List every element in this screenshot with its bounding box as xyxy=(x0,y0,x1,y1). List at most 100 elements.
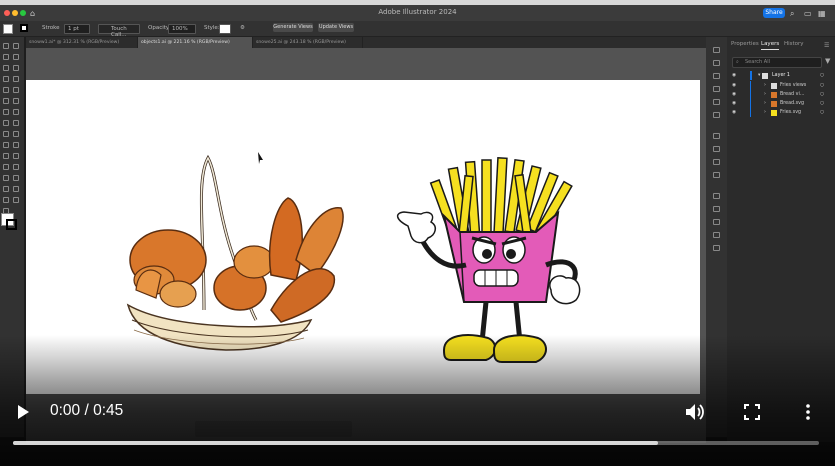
lasso-tool-icon[interactable] xyxy=(13,54,19,60)
shaper-tool-icon[interactable] xyxy=(13,98,19,104)
document-tab-bar: snoww1.ai* @ 312.31 % (RGB/Preview) obje… xyxy=(26,37,706,48)
layer-row-2[interactable]: ◉ › Bread vi... ○ xyxy=(730,90,830,99)
align-icon[interactable] xyxy=(713,159,720,165)
swatches-icon[interactable] xyxy=(713,86,720,92)
bread-basket-illustration[interactable] xyxy=(126,154,344,351)
document-tab-2[interactable]: objects1.ai @ 221.16 % (RGB/Preview) xyxy=(138,37,253,48)
scale-tool-icon[interactable] xyxy=(13,120,19,126)
eraser-tool-icon[interactable] xyxy=(3,109,9,115)
target-icon[interactable]: ○ xyxy=(820,90,824,99)
paintbrush-tool-icon[interactable] xyxy=(13,87,19,93)
hand-tool-icon[interactable] xyxy=(13,197,19,203)
warp-tool-icon[interactable] xyxy=(3,131,9,137)
symbols-icon[interactable] xyxy=(713,112,720,118)
layer-row-0[interactable]: ◉ ▾ Layer 1 ○ xyxy=(730,71,830,80)
rectangle-tool-icon[interactable] xyxy=(3,87,9,93)
target-icon[interactable]: ○ xyxy=(820,108,824,117)
volume-icon[interactable] xyxy=(684,402,706,422)
tab-history[interactable]: History xyxy=(784,41,804,47)
gradient-icon[interactable] xyxy=(713,219,720,225)
line-tool-icon[interactable] xyxy=(13,76,19,82)
illustrator-window: ⌂ Adobe Illustrator 2024 Share ⌕ ▭ ▦ Str… xyxy=(0,0,835,466)
more-options-icon[interactable] xyxy=(804,403,812,421)
layer-name: Fries.svg xyxy=(780,110,802,115)
scissors-tool-icon[interactable] xyxy=(13,109,19,115)
slice-tool-icon[interactable] xyxy=(3,197,9,203)
tab-layers[interactable]: Layers xyxy=(761,41,779,47)
links-icon[interactable] xyxy=(713,245,720,251)
filter-icon[interactable]: ▼ xyxy=(825,57,830,65)
brushes-icon[interactable] xyxy=(713,99,720,105)
generate-views-button[interactable]: Generate Views xyxy=(273,23,313,32)
video-progress-bar[interactable] xyxy=(13,441,819,445)
expand-chevron-icon[interactable]: ▾ xyxy=(758,71,760,80)
eyedropper-tool-icon[interactable] xyxy=(13,164,19,170)
layers-search-input[interactable]: ⌕ Search All xyxy=(732,57,822,68)
document-tab-1[interactable]: snoww1.ai* @ 312.31 % (RGB/Preview) xyxy=(26,37,138,48)
opacity-field[interactable]: 100% xyxy=(168,24,196,34)
color-icon[interactable] xyxy=(713,73,720,79)
graphic-styles-icon[interactable] xyxy=(713,133,720,139)
gradient-tool-icon[interactable] xyxy=(3,164,9,170)
blend-tool-icon[interactable] xyxy=(3,175,9,181)
visibility-eye-icon[interactable]: ◉ xyxy=(732,99,736,108)
expand-chevron-icon[interactable]: › xyxy=(764,99,766,108)
tab-properties[interactable]: Properties xyxy=(731,41,759,47)
stroke-icon[interactable] xyxy=(713,206,720,212)
artboard-tool-icon[interactable] xyxy=(13,186,19,192)
pencil-tool-icon[interactable] xyxy=(3,98,9,104)
recolor-icon[interactable]: ⚙ xyxy=(240,25,245,31)
panel-menu-icon[interactable]: ☰ xyxy=(824,42,829,49)
layer-row-3[interactable]: ◉ › Bread.svg ○ xyxy=(730,99,830,108)
shape-builder-tool-icon[interactable] xyxy=(13,142,19,148)
search-icon[interactable]: ⌕ xyxy=(790,9,794,19)
target-icon[interactable]: ○ xyxy=(820,81,824,90)
expand-chevron-icon[interactable]: › xyxy=(764,81,766,90)
layer-row-1[interactable]: ◉ › Fries views ○ xyxy=(730,81,830,90)
play-icon[interactable] xyxy=(14,403,32,421)
arrange-icon[interactable]: ▭ xyxy=(804,9,812,18)
expand-chevron-icon[interactable]: › xyxy=(764,108,766,117)
fullscreen-icon[interactable] xyxy=(744,404,760,420)
libraries-icon[interactable] xyxy=(713,47,720,53)
fill-swatch[interactable] xyxy=(3,24,13,34)
free-transform-tool-icon[interactable] xyxy=(3,142,9,148)
expand-chevron-icon[interactable]: › xyxy=(764,90,766,99)
magic-wand-tool-icon[interactable] xyxy=(3,54,9,60)
pathfinder-icon[interactable] xyxy=(713,193,720,199)
visibility-eye-icon[interactable]: ◉ xyxy=(732,108,736,117)
update-views-button[interactable]: Update Views xyxy=(318,23,354,32)
width-tool-icon[interactable] xyxy=(13,131,19,137)
transform-icon[interactable] xyxy=(713,172,720,178)
graph-tool-icon[interactable] xyxy=(3,186,9,192)
direct-selection-tool-icon[interactable] xyxy=(13,43,19,49)
transparency-icon[interactable] xyxy=(713,232,720,238)
workspace-icon[interactable]: ▦ xyxy=(818,9,826,18)
visibility-eye-icon[interactable]: ◉ xyxy=(732,90,736,99)
stroke-swatch[interactable] xyxy=(20,24,28,32)
document-tab-3[interactable]: snowe25.ai @ 243.18 % (RGB/Preview) xyxy=(253,37,363,48)
mesh-tool-icon[interactable] xyxy=(13,153,19,159)
layer-row-4[interactable]: ◉ › Fries.svg ○ xyxy=(730,108,830,117)
window-title: Adobe Illustrator 2024 xyxy=(378,8,457,16)
target-icon[interactable]: ○ xyxy=(820,99,824,108)
brush-dropdown[interactable]: Touch Call... xyxy=(98,24,140,38)
properties-icon[interactable] xyxy=(713,60,720,66)
selection-tool-icon[interactable] xyxy=(3,43,9,49)
share-button[interactable]: Share xyxy=(763,8,785,18)
rotate-tool-icon[interactable] xyxy=(3,120,9,126)
symbol-sprayer-tool-icon[interactable] xyxy=(13,175,19,181)
type-tool-icon[interactable] xyxy=(3,76,9,82)
pen-tool-icon[interactable] xyxy=(3,65,9,71)
visibility-eye-icon[interactable]: ◉ xyxy=(732,81,736,90)
style-swatch[interactable] xyxy=(219,24,231,34)
perspective-tool-icon[interactable] xyxy=(3,153,9,159)
stroke-weight-field[interactable]: 1 pt xyxy=(64,24,90,34)
visibility-eye-icon[interactable]: ◉ xyxy=(732,71,736,80)
target-icon[interactable]: ○ xyxy=(820,71,824,80)
appearance-icon[interactable] xyxy=(713,146,720,152)
fries-mascot-illustration[interactable] xyxy=(396,157,581,363)
stroke-color-swatch[interactable] xyxy=(6,219,17,230)
curvature-tool-icon[interactable] xyxy=(13,65,19,71)
window-title-bar: ⌂ Adobe Illustrator 2024 Share ⌕ ▭ ▦ xyxy=(0,5,835,21)
